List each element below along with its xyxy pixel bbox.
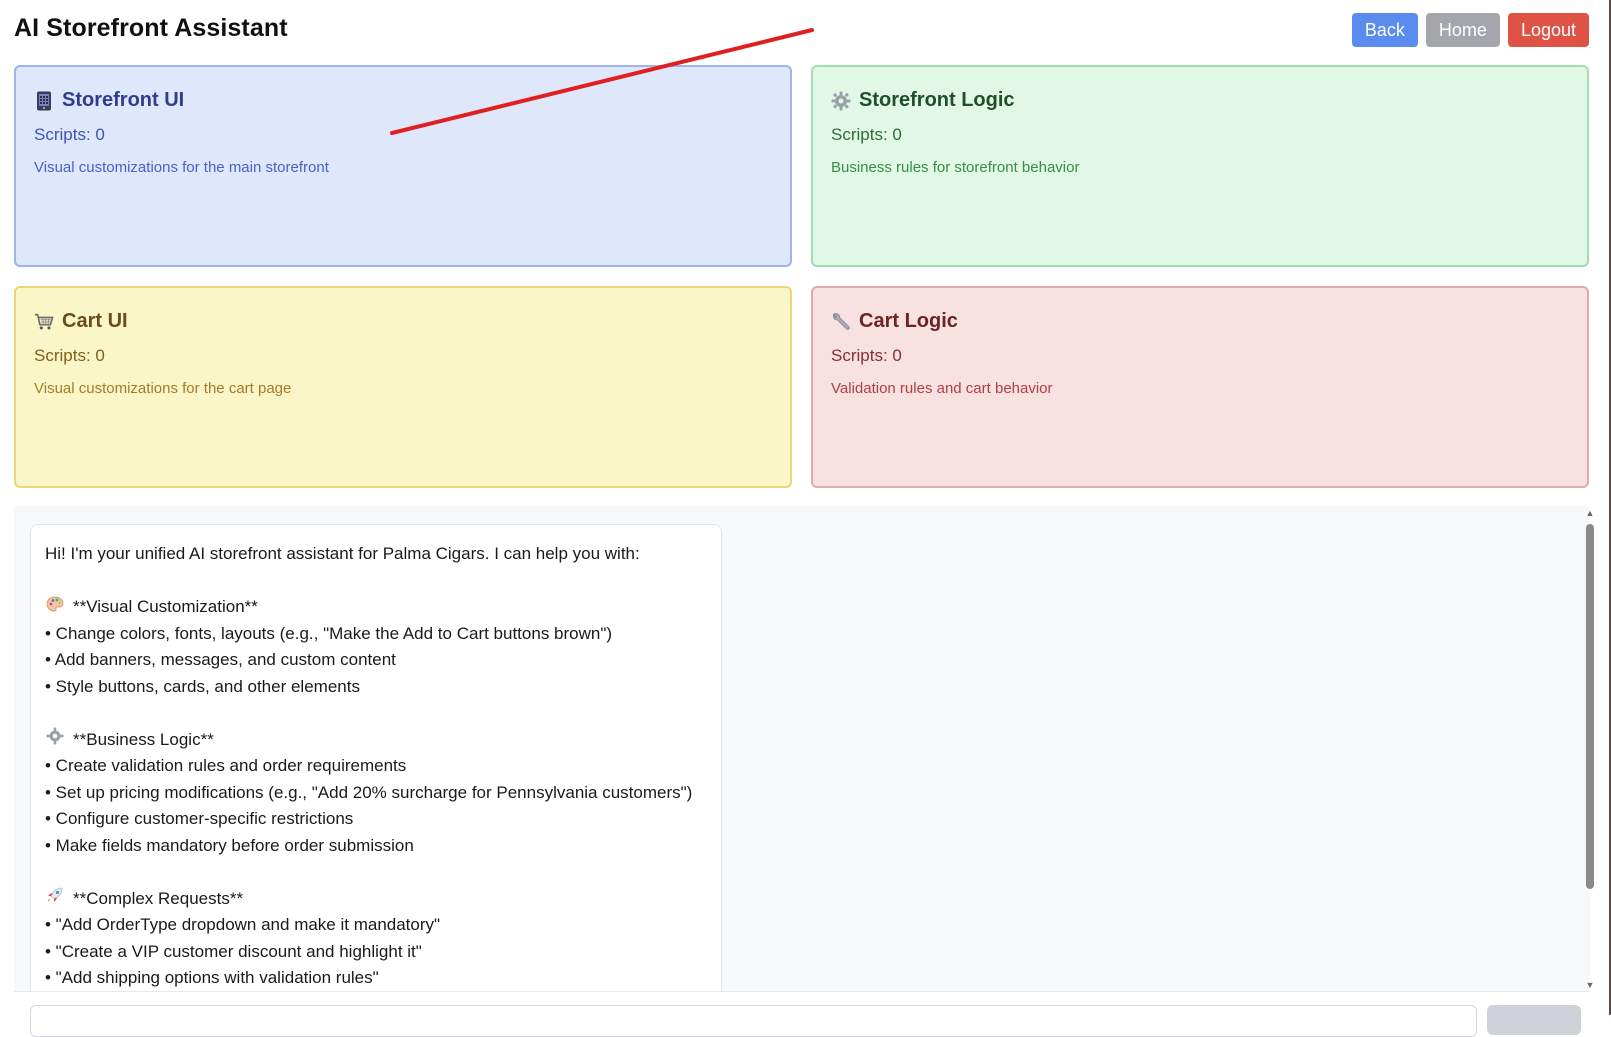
list-item: • Set up pricing modifications (e.g., "A… <box>45 782 693 802</box>
wrench-icon <box>831 312 851 332</box>
list-item: • "Add OrderType dropdown and make it ma… <box>45 915 441 934</box>
chat-input[interactable] <box>30 1005 1477 1037</box>
card-title: Cart Logic <box>859 310 958 332</box>
list-item: • Create validation rules and order requ… <box>45 756 407 775</box>
list-item: • Make fields mandatory before order sub… <box>45 835 414 855</box>
scripts-count: Scripts: 0 <box>34 346 105 365</box>
card-title: Storefront UI <box>62 89 185 111</box>
card-storefront-ui[interactable]: Storefront UI Scripts: 0 Visual customiz… <box>14 65 792 267</box>
card-description: Visual customizations for the main store… <box>34 159 329 176</box>
gear-icon <box>45 726 65 754</box>
send-button[interactable] <box>1487 1005 1581 1035</box>
palette-icon <box>45 594 65 621</box>
back-button[interactable]: Back <box>1351 13 1418 47</box>
card-cart-ui[interactable]: Cart UI Scripts: 0 Visual customizations… <box>14 286 792 488</box>
card-description: Visual customizations for the cart page <box>34 380 292 397</box>
card-description: Validation rules and cart behavior <box>831 380 1053 397</box>
card-title: Storefront Logic <box>859 89 1015 111</box>
assistant-message: Hi! I'm your unified AI storefront assis… <box>30 524 722 991</box>
list-item: • Add banners, messages, and custom cont… <box>45 650 396 669</box>
scripts-count: Scripts: 0 <box>831 346 902 365</box>
scripts-count: Scripts: 0 <box>831 125 902 144</box>
home-button[interactable]: Home <box>1425 13 1500 47</box>
card-cart-logic[interactable]: Cart Logic Scripts: 0 Validation rules a… <box>811 286 1589 488</box>
page-title: AI Storefront Assistant <box>14 14 288 42</box>
logout-button[interactable]: Logout <box>1507 13 1589 47</box>
scroll-thumb[interactable] <box>1586 524 1594 889</box>
chat-divider <box>14 991 1590 992</box>
rocket-icon <box>45 886 65 913</box>
list-item: • Style buttons, cards, and other elemen… <box>45 676 360 696</box>
visual-heading: **Visual Customization** <box>73 597 258 616</box>
phone-icon <box>34 91 54 111</box>
gear-icon <box>831 91 851 111</box>
card-title: Cart UI <box>62 310 128 332</box>
chat-messages[interactable]: Hi! I'm your unified AI storefront assis… <box>14 506 1590 991</box>
list-item: • "Create a VIP customer discount and hi… <box>45 941 422 961</box>
card-description: Business rules for storefront behavior <box>831 159 1080 176</box>
list-item: • Configure customer-specific restrictio… <box>45 809 354 828</box>
cart-icon <box>34 312 54 332</box>
scroll-down-arrow-icon[interactable]: ▼ <box>1585 978 1595 992</box>
top-nav: Back Home Logout <box>1351 13 1589 47</box>
list-item: • "Add shipping options with validation … <box>45 968 379 987</box>
complex-heading: **Complex Requests** <box>73 888 244 908</box>
logic-heading: **Business Logic** <box>73 729 214 749</box>
scripts-count: Scripts: 0 <box>34 125 105 144</box>
message-intro: Hi! I'm your unified AI storefront assis… <box>45 544 640 563</box>
list-item: • Change colors, fonts, layouts (e.g., "… <box>45 623 613 643</box>
chat-scrollbar[interactable]: ▲ ▼ <box>1585 506 1595 992</box>
scroll-up-arrow-icon[interactable]: ▲ <box>1585 506 1595 520</box>
card-storefront-logic[interactable]: Storefront Logic Scripts: 0 Business rul… <box>811 65 1589 267</box>
